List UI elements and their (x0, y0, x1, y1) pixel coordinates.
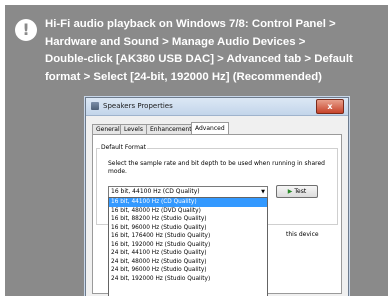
instruction-line: Hi-Fi audio playback on Windows 7/8: Con… (45, 18, 336, 30)
exclamation-icon: ! (15, 19, 37, 41)
instruction-panel: ! Hi-Fi audio playback on Windows 7/8: C… (5, 5, 388, 296)
instructions-text: Hi-Fi audio playback on Windows 7/8: Con… (45, 16, 388, 86)
exclusive-mode-text: this device (286, 231, 319, 238)
close-button[interactable]: x (316, 99, 344, 114)
test-button-label: Test (294, 188, 307, 195)
format-option[interactable]: 16 bit, 192000 Hz (Studio Quality) (109, 241, 267, 250)
dialog-title: Speakers Properties (103, 102, 173, 110)
format-description: Select the sample rate and bit depth to … (108, 160, 325, 175)
speaker-icon (91, 102, 99, 110)
instruction-line: format > Select [24-bit, 192000 Hz] (Rec… (45, 70, 322, 83)
format-option[interactable]: 24 bit, 44100 Hz (Studio Quality) (109, 249, 267, 258)
group-label: Default Format (100, 144, 147, 151)
format-option[interactable]: 16 bit, 44100 Hz (CD Quality) (109, 198, 267, 207)
format-option[interactable]: 24 bit, 192000 Hz (Studio Quality) (109, 275, 267, 284)
chevron-down-icon: ▼ (261, 189, 265, 195)
instruction-line: Hardware and Sound > Manage Audio Device… (45, 35, 306, 48)
play-icon: ▶ (287, 188, 293, 195)
format-option[interactable]: 16 bit, 176400 Hz (Studio Quality) (109, 232, 267, 241)
format-option[interactable]: 24 bit, 96000 Hz (Studio Quality) (109, 266, 267, 275)
format-option[interactable]: 16 bit, 48000 Hz (DVD Quality) (109, 207, 267, 216)
format-option[interactable]: 16 bit, 88200 Hz (Studio Quality) (109, 215, 267, 224)
test-button[interactable]: ▶ Test (276, 185, 318, 198)
dialog-titlebar[interactable]: Speakers Properties x (86, 98, 348, 116)
speakers-properties-dialog: Speakers Properties x General Levels Enh… (85, 97, 349, 296)
format-dropdown-list: 16 bit, 44100 Hz (CD Quality) 16 bit, 48… (108, 197, 268, 296)
selected-format: 16 bit, 44100 Hz (CD Quality) (111, 188, 200, 195)
instruction-line: Double-click [AK380 USB DAC] > Advanced … (45, 53, 353, 65)
format-option[interactable]: 24 bit, 48000 Hz (Studio Quality) (109, 258, 267, 267)
format-option[interactable]: 16 bit, 96000 Hz (Studio Quality) (109, 224, 267, 233)
